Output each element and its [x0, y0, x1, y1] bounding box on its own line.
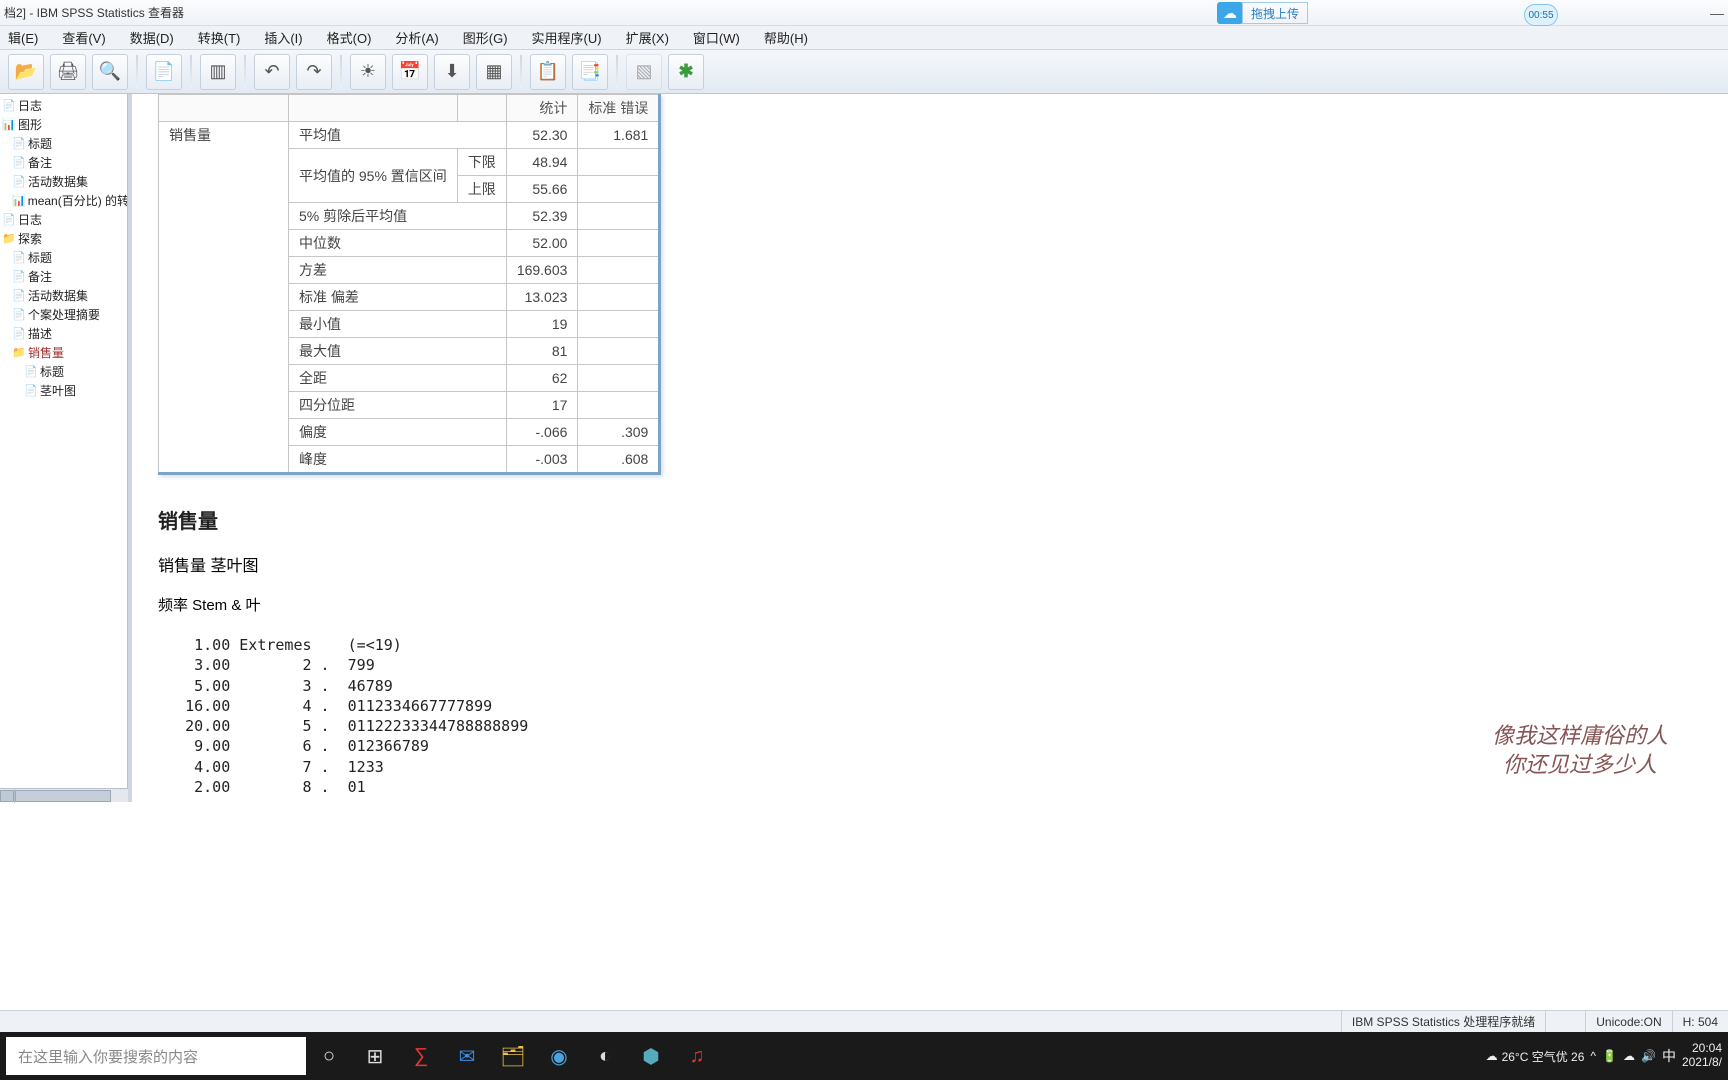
menu-graph[interactable]: 图形(G) — [463, 28, 508, 47]
outline-item: 📁销售量 — [0, 343, 127, 362]
outline-item: 📄活动数据集 — [0, 172, 127, 191]
toolbar-divider — [136, 55, 138, 89]
select-cases-icon[interactable]: ▦ — [476, 54, 512, 90]
scroll-left-icon[interactable] — [0, 790, 14, 802]
print-icon[interactable]: 🖨 — [50, 54, 86, 90]
tray-volume-icon[interactable]: 🔊 — [1641, 1049, 1656, 1063]
spss-icon[interactable]: ∑ — [398, 1035, 444, 1077]
outline-item: 📄备注 — [0, 153, 127, 172]
toolbar-divider — [340, 55, 342, 89]
menu-insert[interactable]: 插入(I) — [264, 28, 302, 47]
window-title: 档2] - IBM SPSS Statistics 查看器 — [4, 4, 184, 21]
menu-help[interactable]: 帮助(H) — [764, 28, 808, 47]
workspace: 📄日志 📊图形 📄标题 📄备注 📄活动数据集 📊mean(百分比) 的转 📄日志… — [0, 94, 1728, 802]
cloud-icon[interactable]: ☁ — [1217, 2, 1243, 24]
outline-item: 📄标题 — [0, 248, 127, 267]
toolbar-divider — [520, 55, 522, 89]
outline-item: 📄茎叶图 — [0, 381, 127, 400]
tray-chevron-icon[interactable]: ^ — [1590, 1049, 1596, 1063]
outline-item: 📄标题 — [0, 362, 127, 381]
status-blank — [1545, 1011, 1585, 1033]
designate-icon[interactable]: 📑 — [572, 54, 608, 90]
menu-window[interactable]: 窗口(W) — [693, 28, 740, 47]
chart-icon[interactable]: ▧ — [626, 54, 662, 90]
status-unicode: Unicode:ON — [1585, 1011, 1671, 1033]
menu-edit[interactable]: 辑(E) — [8, 28, 38, 47]
system-tray: ☁ 26°C 空气优 26 ^ 🔋 ☁ 🔊 中 20:04 2021/8/ — [1486, 1042, 1728, 1070]
redo-icon[interactable]: ↷ — [296, 54, 332, 90]
taskbar: 在这里输入你要搜索的内容 ○ ⊞ ∑ ✉ 🗂 ◉ ◐ ⬢ ♫ ☁ 26°C 空气… — [0, 1032, 1728, 1080]
stem-leaf-body: 1.00 Extremes (=<19) 3.00 2 . 799 5.00 3… — [158, 635, 1702, 797]
outline-item: 📁探索 — [0, 229, 127, 248]
status-pos: H: 504 — [1672, 1011, 1728, 1033]
timer-badge: 00:55 — [1524, 4, 1558, 26]
variables-icon[interactable]: ⬇ — [434, 54, 470, 90]
toolbar-divider — [616, 55, 618, 89]
menu-format[interactable]: 格式(O) — [327, 28, 372, 47]
outline-item: 📄日志 — [0, 96, 127, 115]
taskbar-clock[interactable]: 20:04 2021/8/ — [1682, 1042, 1722, 1070]
descriptives-table[interactable]: 统计标准 错误 销售量平均值52.301.681平均值的 95% 置信区间下限4… — [158, 94, 661, 475]
outline-item: 📊图形 — [0, 115, 127, 134]
menu-utility[interactable]: 实用程序(U) — [532, 28, 602, 47]
preview-icon[interactable]: 🔍 — [92, 54, 128, 90]
outline-item: 📄描述 — [0, 324, 127, 343]
outline-item: 📄标题 — [0, 134, 127, 153]
edge-icon[interactable]: ◉ — [536, 1035, 582, 1077]
minimize-button[interactable]: — — [1710, 5, 1724, 21]
taskview-icon[interactable]: ⊞ — [352, 1035, 398, 1077]
stem-leaf-header: 频率 Stem & 叶 — [158, 594, 1702, 615]
outline-item: 📊mean(百分比) 的转 — [0, 191, 127, 210]
tray-battery-icon[interactable]: 🔋 — [1602, 1049, 1617, 1063]
scroll-track[interactable] — [14, 789, 128, 803]
status-processor: IBM SPSS Statistics 处理程序就绪 — [1341, 1011, 1545, 1033]
app-icon[interactable]: ⬢ — [628, 1035, 674, 1077]
cloud-upload-box: ☁ 拖拽上传 — [1217, 2, 1308, 24]
toolbar-divider — [190, 55, 192, 89]
status-bar: IBM SPSS Statistics 处理程序就绪 Unicode:ON H:… — [0, 1010, 1728, 1032]
scroll-thumb[interactable] — [15, 790, 111, 802]
outline-item: 📄活动数据集 — [0, 286, 127, 305]
add-icon[interactable]: ✱ — [668, 54, 704, 90]
outline-item: 📄个案处理摘要 — [0, 305, 127, 324]
output-pane[interactable]: 统计标准 错误 销售量平均值52.301.681平均值的 95% 置信区间下限4… — [128, 94, 1728, 802]
chrome-icon[interactable]: ◐ — [582, 1035, 628, 1077]
menu-transform[interactable]: 转换(T) — [198, 28, 241, 47]
menu-data[interactable]: 数据(D) — [130, 28, 174, 47]
toolbar: 📂 🖨 🔍 📄 ▥ ↶ ↷ ☀ 📅 ⬇ ▦ 📋 📑 ▧ ✱ — [0, 50, 1728, 94]
mail-icon[interactable]: ✉ — [444, 1035, 490, 1077]
stem-leaf-title: 销售量 茎叶图 — [158, 552, 1702, 576]
upload-button[interactable]: 拖拽上传 — [1242, 2, 1308, 24]
netease-icon[interactable]: ♫ — [674, 1035, 720, 1077]
outline-pane[interactable]: 📄日志 📊图形 📄标题 📄备注 📄活动数据集 📊mean(百分比) 的转 📄日志… — [0, 94, 128, 788]
outline-item: 📄日志 — [0, 210, 127, 229]
title-bar: 档2] - IBM SPSS Statistics 查看器 ☁ 拖拽上传 00:… — [0, 0, 1728, 26]
window-controls: — — [1710, 5, 1724, 21]
undo-icon[interactable]: ↶ — [254, 54, 290, 90]
recall-dialog-icon[interactable]: ▥ — [200, 54, 236, 90]
toolbar-divider — [244, 55, 246, 89]
menu-view[interactable]: 查看(V) — [62, 28, 105, 47]
goto-data-icon[interactable]: ☀ — [350, 54, 386, 90]
section-heading: 销售量 — [158, 505, 1702, 534]
taskbar-search[interactable]: 在这里输入你要搜索的内容 — [6, 1037, 306, 1075]
cortana-icon[interactable]: ○ — [306, 1035, 352, 1077]
menu-ext[interactable]: 扩展(X) — [626, 28, 669, 47]
weather-widget[interactable]: ☁ 26°C 空气优 26 — [1486, 1048, 1585, 1065]
insert-icon[interactable]: 📋 — [530, 54, 566, 90]
export-icon[interactable]: 📄 — [146, 54, 182, 90]
table-row: 销售量平均值52.301.681 — [159, 122, 660, 149]
explorer-icon[interactable]: 🗂 — [490, 1035, 536, 1077]
goto-case-icon[interactable]: 📅 — [392, 54, 428, 90]
menu-bar: 辑(E) 查看(V) 数据(D) 转换(T) 插入(I) 格式(O) 分析(A)… — [0, 26, 1728, 50]
outline-item: 📄备注 — [0, 267, 127, 286]
col-se: 标准 错误 — [578, 95, 660, 122]
lyric-overlay: 像我这样庸俗的人 你还见过多少人 — [1492, 721, 1668, 780]
tray-cloud-icon[interactable]: ☁ — [1623, 1049, 1635, 1063]
tray-ime[interactable]: 中 — [1662, 1046, 1676, 1066]
col-stat: 统计 — [506, 95, 578, 122]
open-icon[interactable]: 📂 — [8, 54, 44, 90]
outline-scrollbar[interactable] — [0, 788, 128, 802]
menu-analyze[interactable]: 分析(A) — [395, 28, 438, 47]
